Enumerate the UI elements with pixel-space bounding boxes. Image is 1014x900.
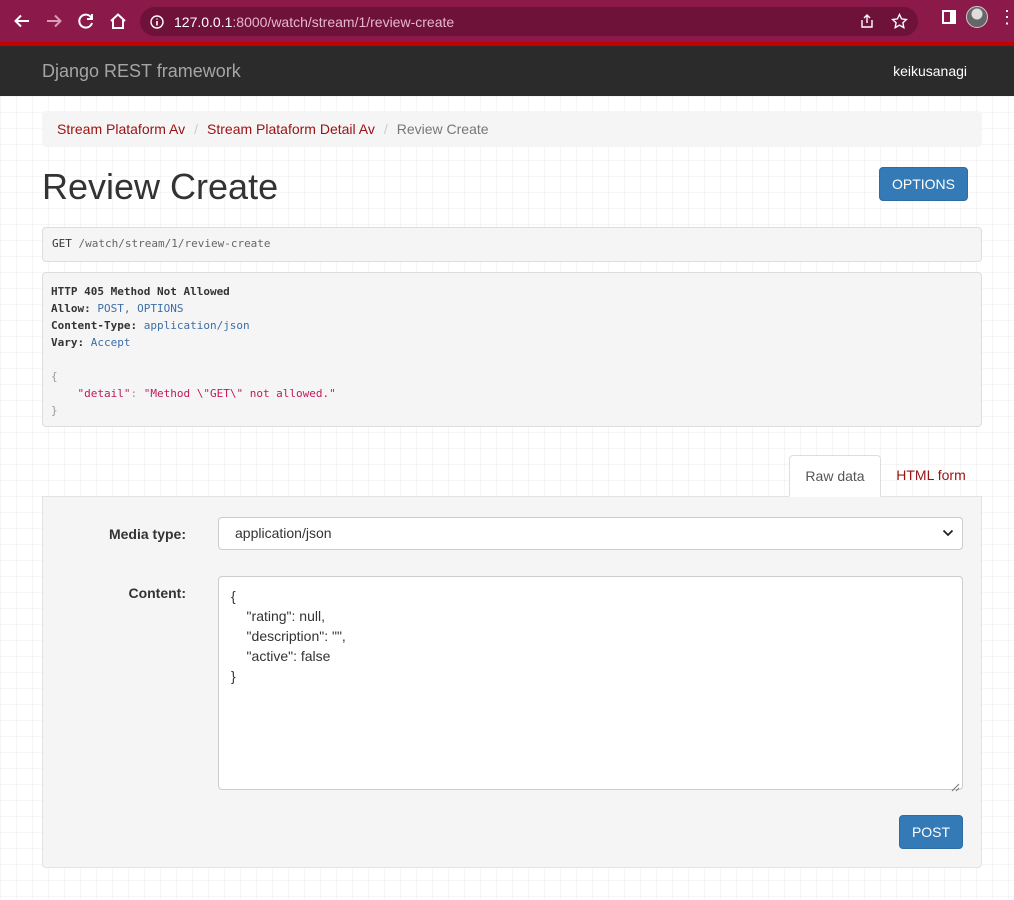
chevron-down-icon (940, 523, 956, 543)
tab-raw-data[interactable]: Raw data (789, 455, 881, 497)
json-value: "Method \"GET\" not allowed." (143, 387, 336, 400)
browser-toolbar: 127.0.0.1:8000/watch/stream/1/review-cre… (0, 0, 1014, 42)
share-icon[interactable] (858, 11, 876, 31)
response-status: HTTP 405 Method Not Allowed (51, 285, 230, 298)
breadcrumb-separator: / (194, 121, 199, 137)
bookmark-star-icon[interactable] (890, 11, 908, 31)
raw-data-form: Media type: application/json Content: { … (42, 496, 982, 868)
response-header-name: Content-Type: (51, 319, 138, 332)
content-label: Content: (128, 585, 186, 601)
request-method: GET (52, 237, 72, 250)
content-line: "description": "", (231, 628, 346, 644)
breadcrumb-separator: / (383, 121, 388, 137)
profile-avatar[interactable] (966, 6, 988, 28)
response-header-value: POST, OPTIONS (97, 302, 184, 315)
options-button[interactable]: OPTIONS (879, 167, 968, 201)
content-line: { (231, 588, 236, 604)
json-key: "detail" (77, 387, 131, 400)
response-header-name: Vary: (51, 336, 85, 349)
content-line: } (231, 668, 236, 684)
home-icon[interactable] (102, 5, 134, 37)
content-line: "rating": null, (231, 608, 325, 624)
response-header-value: Accept (90, 336, 131, 349)
breadcrumb-stream-plataform-detail[interactable]: Stream Plataform Detail Av (207, 121, 375, 137)
user-menu[interactable]: keikusanagi (893, 63, 967, 79)
url-host: 127.0.0.1 (174, 13, 233, 30)
url-text: 127.0.0.1:8000/watch/stream/1/review-cre… (174, 14, 454, 30)
json-colon: : (130, 387, 144, 400)
content-line: "active": false (231, 648, 331, 664)
side-panel-icon[interactable] (942, 10, 956, 24)
json-close-brace: } (51, 404, 58, 417)
navbar: Django REST framework keikusanagi (0, 46, 1014, 96)
media-type-select[interactable]: application/json (218, 517, 963, 550)
content-textarea[interactable]: { "rating": null, "description": "", "ac… (218, 576, 963, 792)
media-type-value: application/json (235, 525, 332, 541)
site-info-icon[interactable] (149, 14, 165, 30)
url-path: :8000/watch/stream/1/review-create (232, 13, 455, 30)
post-button[interactable]: POST (899, 815, 963, 849)
media-type-label: Media type: (108, 526, 186, 542)
page-title: Review Create (42, 166, 279, 207)
brand-link[interactable]: Django REST framework (42, 61, 241, 82)
back-arrow-icon[interactable] (6, 5, 38, 37)
forward-arrow-icon[interactable] (38, 5, 70, 37)
response-header-name: Allow: (51, 302, 91, 315)
address-bar[interactable]: 127.0.0.1:8000/watch/stream/1/review-cre… (140, 7, 918, 36)
request-info: GET /watch/stream/1/review-create (42, 227, 982, 262)
request-path: /watch/stream/1/review-create (78, 237, 271, 250)
reload-icon[interactable] (70, 5, 102, 37)
menu-kebab-icon[interactable]: ⋮ (998, 7, 1014, 28)
response-header-value: application/json (143, 319, 250, 332)
breadcrumb: Stream Plataform Av / Stream Plataform D… (42, 111, 982, 147)
json-open-brace: { (51, 370, 58, 383)
tab-html-form[interactable]: HTML form (884, 455, 978, 497)
response-info: HTTP 405 Method Not Allowed Allow: POST,… (42, 272, 982, 427)
breadcrumb-active: Review Create (396, 121, 489, 137)
breadcrumb-stream-plataform[interactable]: Stream Plataform Av (57, 121, 185, 137)
resize-handle-icon[interactable] (950, 777, 960, 792)
